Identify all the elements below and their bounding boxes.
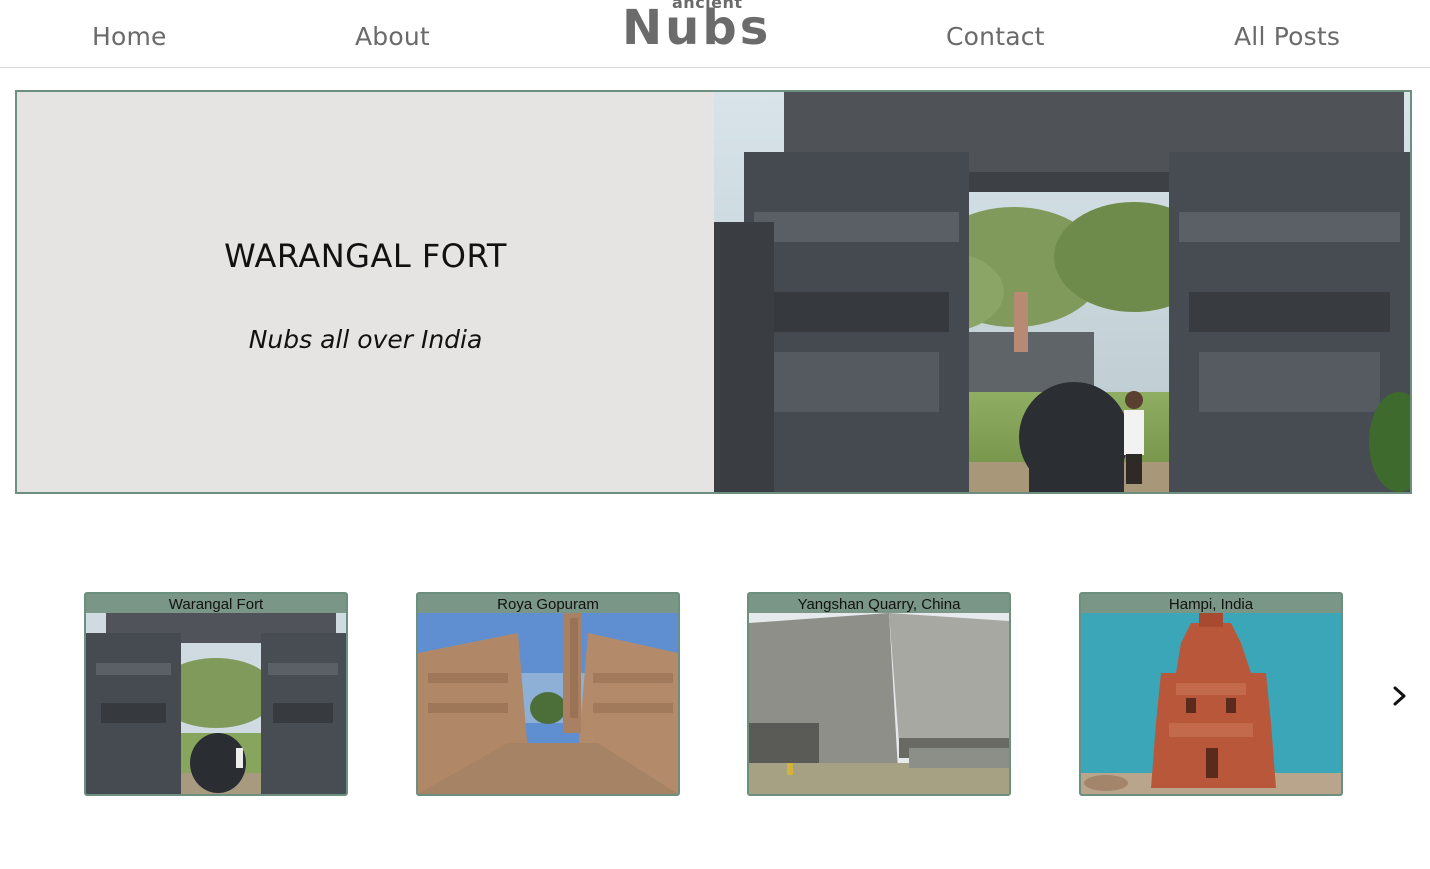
hero-subtitle: Nubs all over India	[248, 325, 483, 354]
post-card-image	[86, 613, 346, 794]
post-card-image	[749, 613, 1009, 794]
chevron-right-icon[interactable]	[1388, 683, 1412, 709]
nav-link-home[interactable]: Home	[92, 20, 167, 54]
post-card-title: Warangal Fort	[168, 596, 264, 613]
hero-banner: WARANGAL FORT Nubs all over India	[15, 90, 1412, 494]
nav-link-contact[interactable]: Contact	[946, 20, 1045, 54]
post-card-image	[418, 613, 678, 794]
post-card-title: Hampi, India	[1168, 596, 1254, 613]
post-card-roya-gopuram[interactable]: Roya Gopuram	[416, 592, 680, 796]
hero-photo-warangal-fort	[714, 92, 1410, 492]
hero-text-panel: WARANGAL FORT Nubs all over India	[17, 92, 714, 492]
top-navigation: Home About ancient Nubs Contact All Post…	[0, 0, 1430, 68]
post-card-warangal-fort[interactable]: Warangal Fort	[84, 592, 348, 796]
site-logo[interactable]: ancient Nubs	[622, 0, 772, 56]
post-card-hampi-india[interactable]: Hampi, India	[1079, 592, 1343, 796]
nav-link-all-posts[interactable]: All Posts	[1234, 20, 1340, 54]
post-card-yangshan-quarry[interactable]: Yangshan Quarry, China	[747, 592, 1011, 796]
post-card-title: Roya Gopuram	[497, 596, 599, 613]
logo-title: Nubs	[622, 0, 772, 56]
hero-title: WARANGAL FORT	[224, 237, 507, 275]
post-card-title: Yangshan Quarry, China	[797, 596, 961, 613]
post-card-image	[1081, 613, 1341, 794]
nav-link-about[interactable]: About	[355, 20, 430, 54]
